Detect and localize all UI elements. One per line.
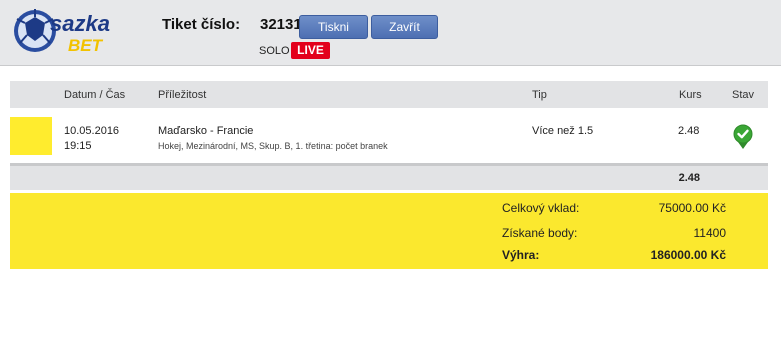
- points-label: Získané body:: [502, 226, 578, 240]
- win-value: 186000.00 Kč: [650, 248, 726, 262]
- points-value: 11400: [693, 226, 726, 240]
- ticket-number: 32131: [260, 16, 302, 33]
- total-odds-row: 2.48: [10, 166, 768, 190]
- bet-type-label: SOLO: [259, 45, 290, 57]
- row-time: 19:15: [64, 140, 92, 152]
- row-tip: Více než 1.5: [532, 125, 594, 137]
- column-event: Příležitost: [158, 89, 207, 101]
- stake-label: Celkový vklad:: [502, 201, 580, 215]
- table-row: 10.05.2016 19:15 Maďarsko - Francie Hoke…: [10, 108, 768, 164]
- print-button[interactable]: Tiskni: [299, 15, 368, 39]
- column-status: Stav: [732, 89, 755, 101]
- column-tip: Tip: [532, 89, 547, 101]
- ticket-summary: Celkový vklad: 75000.00 Kč Získané body:…: [10, 193, 768, 269]
- row-event-detail: Hokej, Mezinárodní, MS, Skup. B, 1. třet…: [158, 141, 388, 151]
- svg-text:sazka: sazka: [50, 11, 110, 36]
- column-odds: Kurs: [679, 89, 702, 101]
- win-label: Výhra:: [502, 248, 540, 262]
- row-event: Maďarsko - Francie: [158, 125, 254, 137]
- sazka-bet-logo: sazka BET: [14, 9, 110, 55]
- svg-text:BET: BET: [68, 36, 104, 55]
- live-badge: LIVE: [291, 42, 330, 59]
- row-date: 10.05.2016: [64, 125, 120, 137]
- close-button[interactable]: Zavřít: [371, 15, 438, 39]
- column-date-time: Datum / Čas: [64, 89, 126, 101]
- total-odds: 2.48: [678, 172, 700, 184]
- row-marker: [10, 117, 52, 155]
- check-circle-icon: [733, 124, 753, 149]
- ticket-label: Tiket číslo:: [162, 16, 241, 33]
- row-odds: 2.48: [678, 125, 700, 137]
- ticket-header: sazka BET Tiket číslo: 32131 Tiskni Zavř…: [0, 0, 781, 66]
- table-header: Datum / Čas Příležitost Tip Kurs Stav: [10, 81, 768, 108]
- stake-value: 75000.00 Kč: [658, 201, 726, 215]
